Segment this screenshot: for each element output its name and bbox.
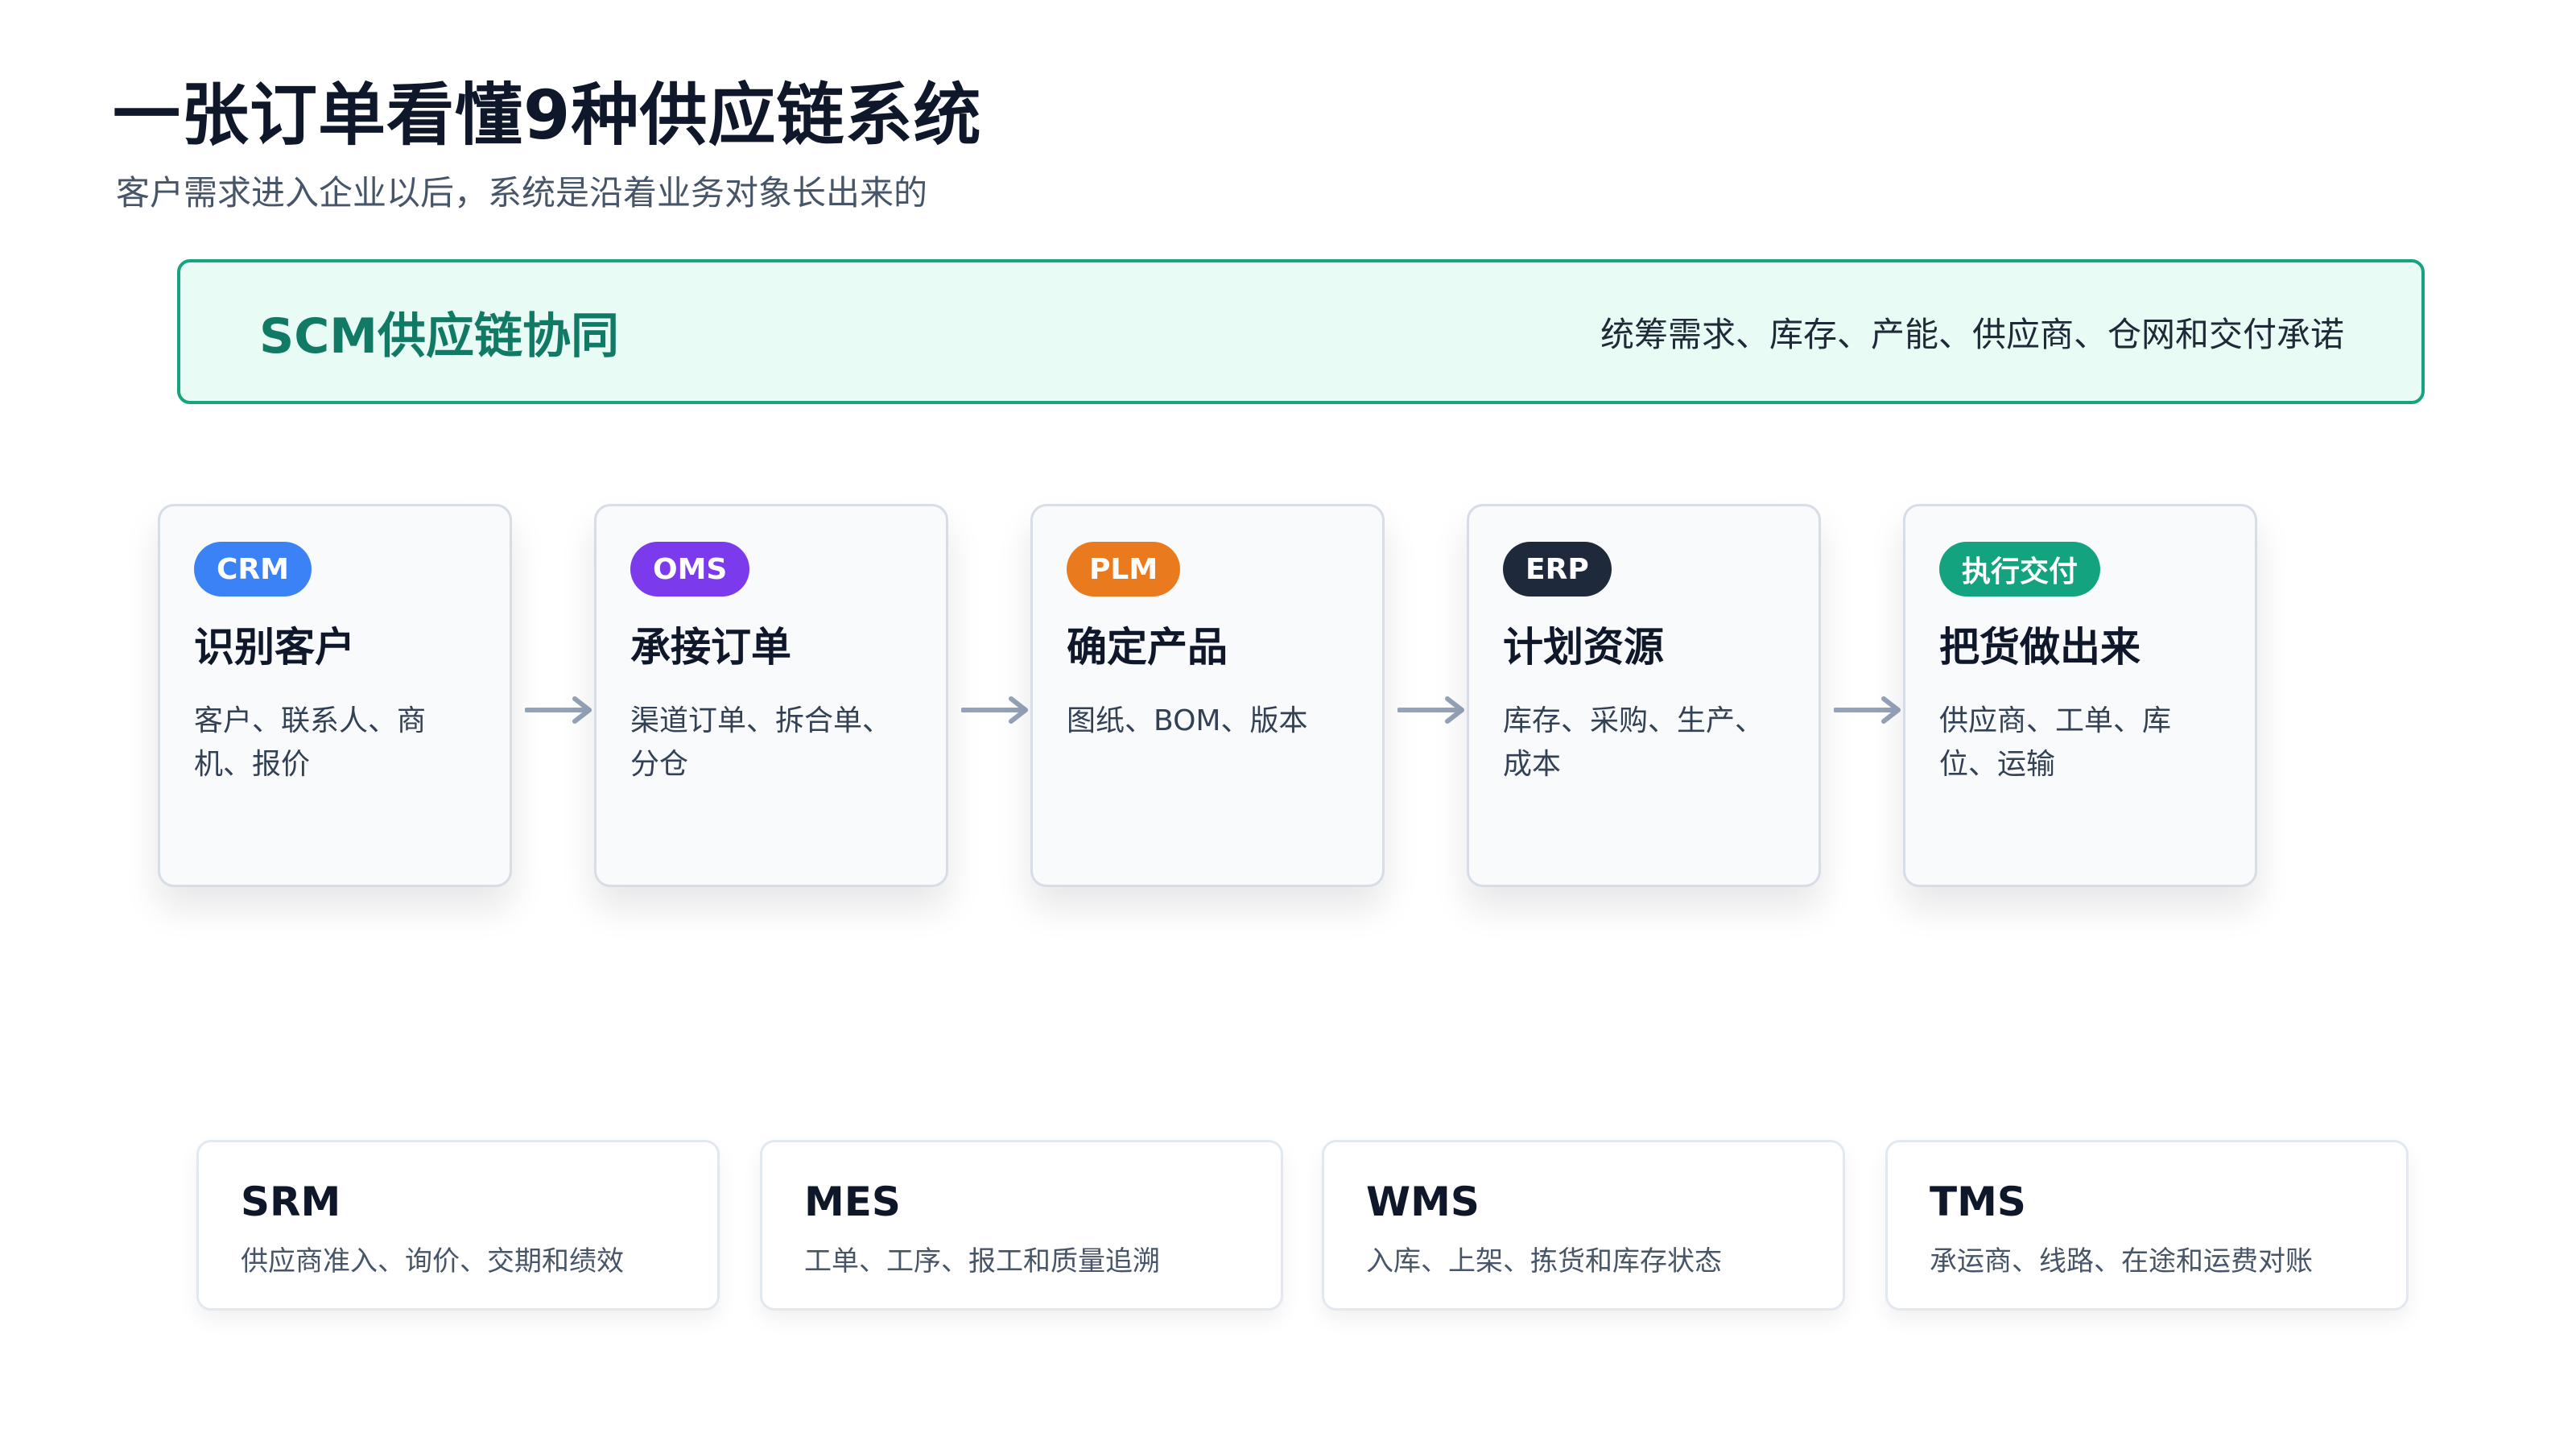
system-card-srm: SRM 供应商准入、询价、交期和绩效 <box>196 1140 720 1311</box>
step-card-plm: PLM 确定产品 图纸、BOM、版本 <box>1030 504 1385 887</box>
step-title: 确定产品 <box>1067 624 1228 671</box>
step-badge: ERP <box>1503 542 1612 597</box>
page-title: 一张订单看懂9种供应链系统 <box>113 76 982 155</box>
system-description: 工单、工序、报工和质量追溯 <box>804 1245 1160 1278</box>
system-name: TMS <box>1930 1179 2026 1225</box>
step-card-execution: 执行交付 把货做出来 供应商、工单、库位、运输 <box>1903 504 2257 887</box>
system-name: SRM <box>241 1179 341 1225</box>
step-badge: 执行交付 <box>1939 542 2101 597</box>
step-title: 计划资源 <box>1503 624 1664 671</box>
arrow-right-icon <box>961 696 1028 724</box>
step-description: 库存、采购、生产、成本 <box>1503 704 1765 781</box>
step-badge: OMS <box>630 542 750 597</box>
step-badge: CRM <box>194 542 312 597</box>
system-card-mes: MES 工单、工序、报工和质量追溯 <box>760 1140 1283 1311</box>
step-description: 客户、联系人、商机、报价 <box>194 704 427 781</box>
arrow-right-icon <box>525 696 592 724</box>
system-name: WMS <box>1366 1179 1480 1225</box>
system-card-wms: WMS 入库、上架、拣货和库存状态 <box>1322 1140 1845 1311</box>
scm-title: SCM供应链协同 <box>259 308 619 365</box>
scm-banner: SCM供应链协同 统筹需求、库存、产能、供应商、仓网和交付承诺 <box>177 259 2425 404</box>
step-title: 识别客户 <box>194 624 355 671</box>
arrow-right-icon <box>1834 696 1901 724</box>
step-title: 把货做出来 <box>1939 624 2140 671</box>
step-card-crm: CRM 识别客户 客户、联系人、商机、报价 <box>158 504 512 887</box>
page-subtitle: 客户需求进入企业以后，系统是沿着业务对象长出来的 <box>116 173 928 213</box>
arrow-right-icon <box>1397 696 1464 724</box>
step-description: 渠道订单、拆合单、分仓 <box>630 704 892 781</box>
step-card-oms: OMS 承接订单 渠道订单、拆合单、分仓 <box>594 504 948 887</box>
step-description: 供应商、工单、库位、运输 <box>1939 704 2172 781</box>
system-description: 入库、上架、拣货和库存状态 <box>1366 1245 1722 1278</box>
system-description: 供应商准入、询价、交期和绩效 <box>241 1245 624 1278</box>
step-card-erp: ERP 计划资源 库存、采购、生产、成本 <box>1467 504 1821 887</box>
step-title: 承接订单 <box>630 624 791 671</box>
system-name: MES <box>804 1179 901 1225</box>
system-card-tms: TMS 承运商、线路、在途和运费对账 <box>1885 1140 2409 1311</box>
system-description: 承运商、线路、在途和运费对账 <box>1930 1245 2313 1278</box>
scm-description: 统筹需求、库存、产能、供应商、仓网和交付承诺 <box>1600 314 2344 354</box>
step-badge: PLM <box>1067 542 1181 597</box>
step-description: 图纸、BOM、版本 <box>1067 704 1308 737</box>
